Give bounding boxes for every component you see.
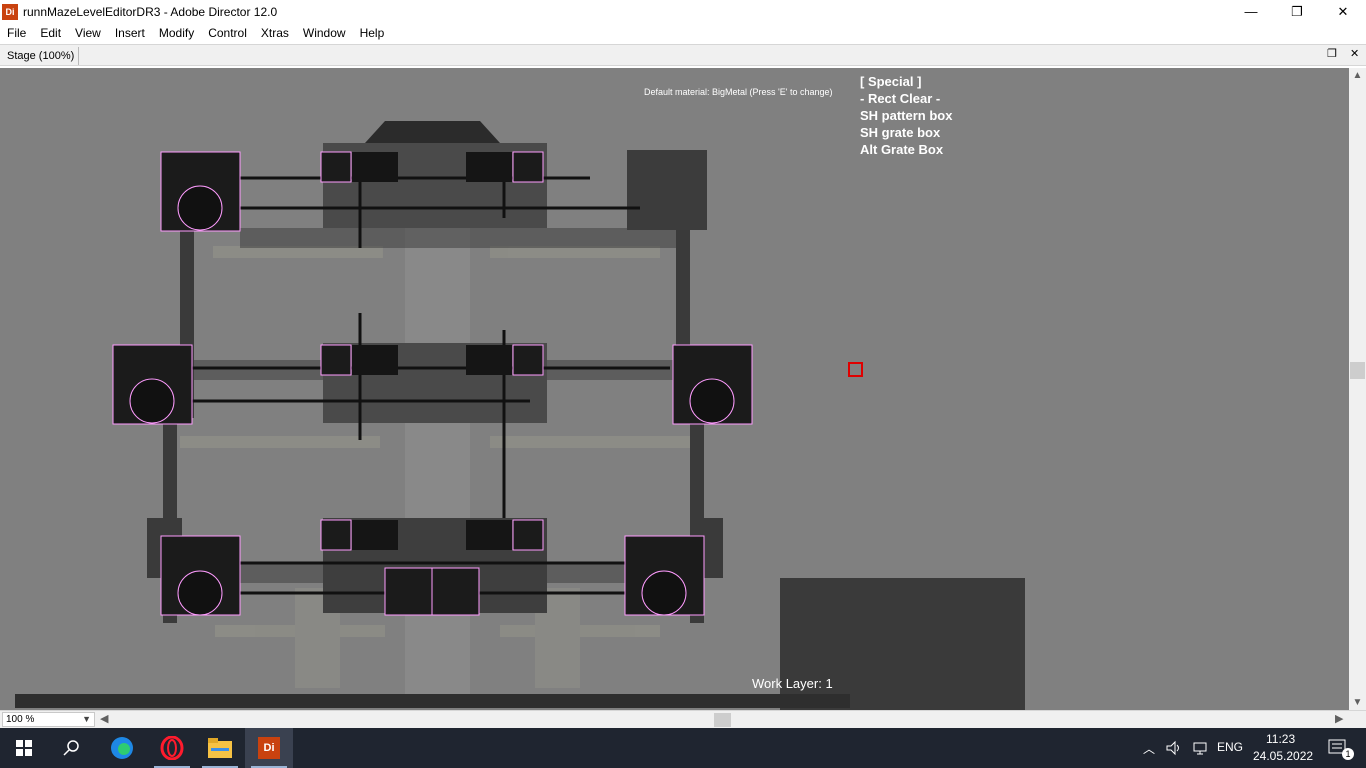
stage-bottom-bar: 100 % ▼ ◀ ▶: [0, 710, 1366, 728]
menu-modify[interactable]: Modify: [152, 26, 201, 40]
search-icon[interactable]: [48, 728, 96, 768]
menu-bar: File Edit View Insert Modify Control Xtr…: [0, 23, 1366, 43]
zoom-select[interactable]: 100 % ▼: [2, 712, 95, 727]
windows-start-icon[interactable]: [0, 728, 48, 768]
level-map: [15, 121, 1025, 710]
work-layer-label: Work Layer: 1: [752, 676, 833, 691]
chevron-down-icon: ▼: [82, 714, 91, 724]
taskbar: Di ︿ ENG 11:23 24.05.2022 1: [0, 728, 1366, 768]
zoom-value: 100 %: [6, 714, 35, 725]
menu-control[interactable]: Control: [201, 26, 254, 40]
clock-time[interactable]: 11:23: [1266, 732, 1295, 746]
cursor-marker: [848, 362, 863, 377]
language-indicator[interactable]: ENG: [1217, 740, 1243, 754]
menu-view[interactable]: View: [68, 26, 108, 40]
scroll-up-icon[interactable]: ▲: [1349, 70, 1366, 81]
menu-xtras[interactable]: Xtras: [254, 26, 296, 40]
menu-file[interactable]: File: [0, 26, 33, 40]
menu-help[interactable]: Help: [353, 26, 392, 40]
panel-close-button[interactable]: ✕: [1350, 47, 1359, 60]
scroll-left-icon[interactable]: ◀: [100, 712, 108, 725]
window-title: runnMazeLevelEditorDR3 - Adobe Director …: [23, 4, 278, 19]
special-item-sh-grate-box[interactable]: SH grate box: [860, 124, 952, 141]
scroll-down-icon[interactable]: ▼: [1349, 697, 1366, 708]
special-item-alt-grate-box[interactable]: Alt Grate Box: [860, 141, 952, 158]
network-icon[interactable]: [1186, 728, 1214, 768]
tray-overflow-chevron-icon[interactable]: ︿: [1143, 740, 1155, 757]
notification-count-badge: 1: [1342, 748, 1354, 760]
minimize-button[interactable]: —: [1228, 0, 1274, 23]
special-item-sh-pattern-box[interactable]: SH pattern box: [860, 107, 952, 124]
close-button[interactable]: ✕: [1320, 0, 1366, 23]
vertical-scroll-thumb[interactable]: [1350, 362, 1365, 379]
restore-button[interactable]: ❐: [1274, 0, 1320, 23]
stage-canvas[interactable]: Default material: BigMetal (Press 'E' to…: [0, 68, 1349, 710]
special-item-rect-clear[interactable]: - Rect Clear -: [860, 90, 952, 107]
window-controls: — ❐ ✕: [1228, 0, 1366, 23]
director-taskbar-icon[interactable]: Di: [245, 728, 293, 768]
tab-stage[interactable]: Stage (100%): [3, 47, 80, 65]
default-material-hint: Default material: BigMetal (Press 'E' to…: [644, 87, 833, 97]
special-header: [ Special ]: [860, 74, 922, 89]
special-menu: [ Special ] - Rect Clear - SH pattern bo…: [860, 73, 952, 158]
director-app-icon[interactable]: Di: [2, 3, 18, 20]
opera-browser-icon[interactable]: [148, 728, 196, 768]
vertical-scrollbar[interactable]: ▲ ▼: [1349, 68, 1366, 710]
horizontal-scroll-thumb[interactable]: [714, 713, 731, 727]
menu-edit[interactable]: Edit: [33, 26, 68, 40]
clock-date[interactable]: 24.05.2022: [1253, 749, 1313, 763]
volume-icon[interactable]: [1160, 728, 1188, 768]
menu-insert[interactable]: Insert: [108, 26, 152, 40]
director-app-label: Di: [258, 737, 280, 759]
edge-browser-icon[interactable]: [98, 728, 146, 768]
notification-center-icon[interactable]: 1: [1318, 728, 1358, 768]
menu-window[interactable]: Window: [296, 26, 353, 40]
title-bar: Di runnMazeLevelEditorDR3 - Adobe Direct…: [0, 0, 1366, 23]
scroll-right-icon[interactable]: ▶: [1335, 712, 1343, 725]
file-explorer-icon[interactable]: [196, 728, 244, 768]
panel-restore-button[interactable]: ❐: [1327, 47, 1337, 60]
bottom-strip: [15, 694, 850, 708]
stage-panel-header: Stage (100%) ❐ ✕: [0, 44, 1366, 66]
